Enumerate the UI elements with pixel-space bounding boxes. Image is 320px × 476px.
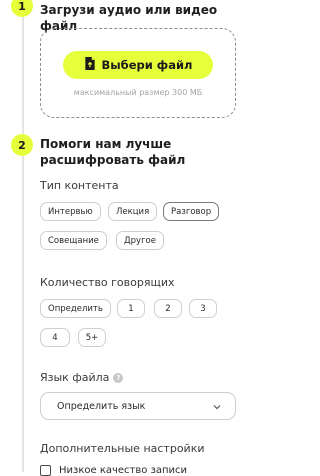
step-rail [22,12,24,472]
low-quality-checkbox[interactable] [40,465,51,476]
content-type-label: Тип контента [40,179,119,192]
language-select[interactable]: Определить язык [40,392,236,420]
advanced-settings-label: Дополнительные настройки [40,442,205,455]
chip-meeting[interactable]: Совещание [40,231,107,250]
upload-form: 1 Загрузи аудио или видео файл Выбери фа… [0,0,250,476]
low-quality-label: Низкое качество записи [59,465,188,476]
language-label: Язык файла? [40,371,124,384]
step-2-number: 2 [18,138,26,152]
speakers-5plus-chip[interactable]: 5+ [78,328,106,347]
chip-other[interactable]: Другое [116,231,164,250]
speakers-1-chip[interactable]: 1 [117,299,145,318]
speakers-4-chip[interactable]: 4 [40,328,70,347]
choose-file-button[interactable]: Выбери файл [63,51,213,79]
max-size-hint: максимальный размер 300 МБ [73,88,203,97]
chip-conversation[interactable]: Разговор [163,202,220,221]
language-select-value: Определить язык [57,400,146,412]
chip-lecture[interactable]: Лекция [108,202,158,221]
file-upload-icon [84,57,96,73]
step-2-badge: 2 [11,134,33,156]
step-1-badge: 1 [11,0,33,17]
chevron-down-icon [213,405,221,410]
speakers-auto-chip[interactable]: Определить [40,299,111,318]
speakers-3-chip[interactable]: 3 [189,299,217,318]
step-2-title: Помоги нам лучше расшифровать файл [40,137,186,167]
language-label-text: Язык файла [40,371,110,384]
choose-file-label: Выбери файл [101,58,193,72]
low-quality-option[interactable]: Низкое качество записи [40,465,187,476]
chip-interview[interactable]: Интервью [40,202,101,221]
step-1-number: 1 [18,0,26,13]
speakers-2-chip[interactable]: 2 [154,299,182,318]
file-dropzone[interactable]: Выбери файл максимальный размер 300 МБ [40,28,236,118]
speakers-label: Количество говорящих [40,276,175,289]
question-icon[interactable]: ? [113,373,124,383]
